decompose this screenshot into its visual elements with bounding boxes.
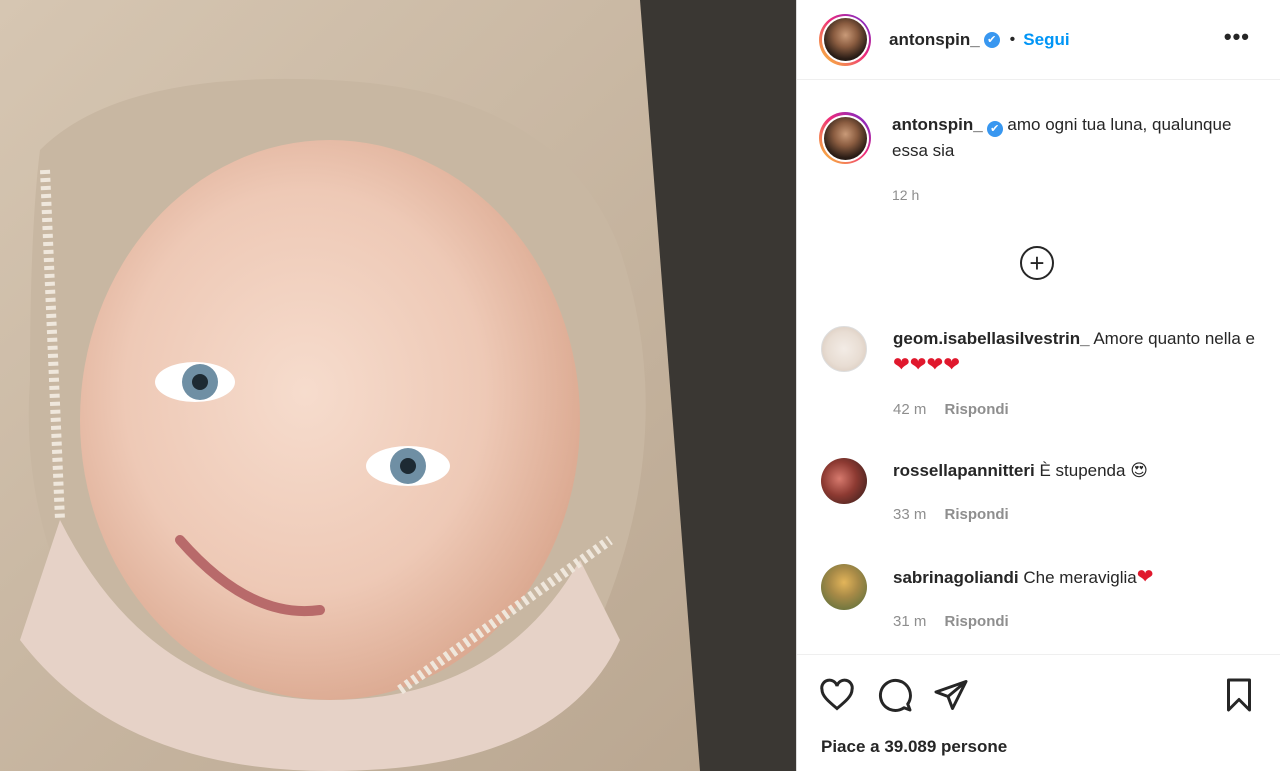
comment-time: 31 m	[893, 613, 927, 630]
heart-emoji-icon: ❤	[1136, 566, 1154, 588]
author-avatar-image	[823, 18, 867, 61]
likes-count[interactable]: Piace a 39.089 persone	[821, 737, 1007, 757]
comment-item: sabrinagoliandi Che meraviglia❤ 31 m Ris…	[821, 564, 1261, 635]
caption-avatar[interactable]	[819, 112, 871, 164]
paper-plane-icon[interactable]	[933, 677, 969, 713]
commenter-avatar[interactable]	[821, 458, 867, 504]
comment-time: 33 m	[893, 506, 927, 523]
author-avatar[interactable]	[819, 13, 871, 66]
comment-time: 42 m	[893, 401, 927, 418]
reply-button[interactable]: Rispondi	[945, 506, 1009, 523]
caption-time: 12 h	[892, 187, 920, 203]
separator-dot: •	[1009, 30, 1016, 48]
commenter-username[interactable]: rossellapannitteri	[893, 461, 1035, 480]
comment-text: È stupenda	[1039, 461, 1126, 480]
post-side-panel: antonspin_ ✔ • Segui ••• antonspin_ ✔ amo…	[796, 0, 1280, 771]
caption-avatar-image	[823, 116, 867, 160]
speech-bubble-icon[interactable]	[877, 677, 913, 713]
post-actions-bar: Piace a 39.089 persone	[797, 654, 1280, 771]
verified-badge-icon: ✔	[983, 31, 1000, 48]
post-photo[interactable]	[0, 0, 796, 771]
verified-badge-icon: ✔	[986, 121, 1003, 137]
post-caption: antonspin_ ✔ amo ogni tua luna, qualunque…	[819, 112, 1259, 208]
caption-username[interactable]: antonspin_	[892, 115, 983, 134]
post-header: antonspin_ ✔ • Segui •••	[797, 0, 1280, 80]
bookmark-icon[interactable]	[1221, 677, 1257, 713]
caption-body: antonspin_ ✔ amo ogni tua luna, qualunque…	[892, 112, 1259, 208]
comment-text: Che meraviglia	[1023, 568, 1137, 587]
commenter-username[interactable]: sabrinagoliandi	[893, 568, 1019, 587]
commenter-avatar[interactable]	[821, 326, 867, 372]
comment-text: Amore quanto nella e	[1093, 329, 1255, 348]
reply-button[interactable]: Rispondi	[945, 401, 1009, 418]
commenter-avatar[interactable]	[821, 564, 867, 610]
baby-photo-illustration	[0, 0, 796, 771]
comment-item: geom.isabellasilvestrin_ Amore quanto ne…	[821, 326, 1261, 423]
reply-button[interactable]: Rispondi	[945, 613, 1009, 630]
commenter-username[interactable]: geom.isabellasilvestrin_	[893, 329, 1090, 348]
comment-item: rossellapannitteri È stupenda 😍 33 m Ris…	[821, 458, 1261, 528]
hearts-emoji-icon: ❤❤❤❤	[893, 354, 961, 376]
more-options-icon[interactable]: •••	[1224, 24, 1250, 50]
load-more-comments-button[interactable]: +	[1020, 246, 1054, 280]
follow-button[interactable]: Segui	[1023, 30, 1069, 50]
heart-eyes-emoji-icon: 😍	[1130, 461, 1148, 480]
author-username[interactable]: antonspin_	[889, 30, 980, 50]
heart-outline-icon[interactable]	[819, 677, 855, 713]
